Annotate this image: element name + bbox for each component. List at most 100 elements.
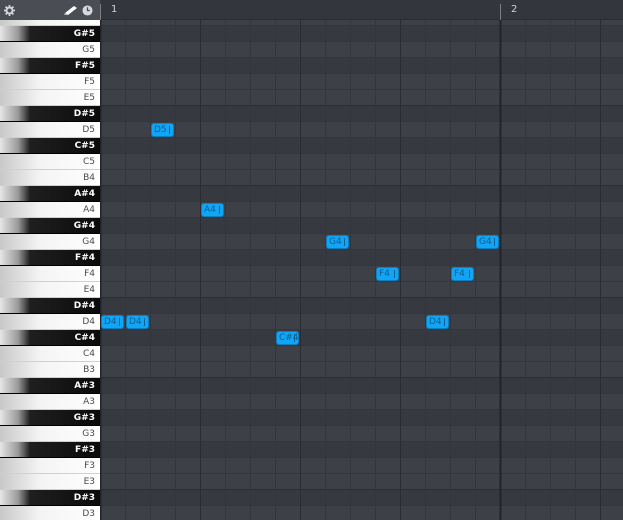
- note-label: D4: [129, 317, 142, 327]
- piano-key-d4[interactable]: D4: [0, 314, 100, 330]
- grid-row: [100, 170, 623, 186]
- piano-key-d-sharp3[interactable]: D#3: [0, 490, 100, 506]
- piano-key-a3[interactable]: A3: [0, 394, 100, 410]
- piano-key-g4[interactable]: G4: [0, 234, 100, 250]
- note-label: D4: [104, 317, 117, 327]
- bar-number-2: 2: [511, 4, 518, 15]
- timeline-ruler[interactable]: 1 2: [100, 0, 623, 20]
- note-resize-handle[interactable]: [394, 270, 395, 278]
- piano-key-g3[interactable]: G3: [0, 426, 100, 442]
- note-resize-handle[interactable]: [219, 206, 220, 214]
- note-grid[interactable]: D4 D4 D5 A4 C#4 G4 F4 D4 F4 G4: [100, 20, 623, 520]
- note-resize-handle[interactable]: [294, 334, 295, 342]
- piano-key-a4[interactable]: A4: [0, 202, 100, 218]
- note-label: D5: [154, 125, 167, 135]
- piano-key-g5[interactable]: G5: [0, 42, 100, 58]
- grid-lines: [100, 20, 623, 520]
- grid-row: [100, 154, 623, 170]
- grid-row: [100, 26, 623, 42]
- pencil-icon[interactable]: [63, 0, 79, 20]
- note-label: D4: [429, 317, 442, 327]
- grid-row: [100, 74, 623, 90]
- grid-row: [100, 410, 623, 426]
- note-label: G4: [329, 237, 342, 247]
- note-label: A4: [204, 205, 216, 215]
- note-resize-handle[interactable]: [144, 318, 145, 326]
- grid-row: [100, 346, 623, 362]
- note-label: F4: [379, 269, 390, 279]
- note-d4[interactable]: D4: [426, 315, 449, 329]
- piano-key-d5[interactable]: D5: [0, 122, 100, 138]
- piano-key-f3[interactable]: F3: [0, 458, 100, 474]
- piano-key-f-sharp4[interactable]: F#4: [0, 250, 100, 266]
- note-g4[interactable]: G4: [476, 235, 499, 249]
- piano-key-d-sharp5[interactable]: D#5: [0, 106, 100, 122]
- note-resize-handle[interactable]: [344, 238, 345, 246]
- piano-key-a-sharp4[interactable]: A#4: [0, 186, 100, 202]
- grid-row: [100, 282, 623, 298]
- note-c-sharp4[interactable]: C#4: [276, 331, 299, 345]
- note-resize-handle[interactable]: [119, 318, 120, 326]
- piano-key-e3[interactable]: E3: [0, 474, 100, 490]
- grid-row: [100, 474, 623, 490]
- piano-key-f5[interactable]: F5: [0, 74, 100, 90]
- piano-keyboard: A5G#5G5F#5F5E5D#5D5C#5C5B4A#4A4G#4G4F#4F…: [0, 20, 100, 520]
- grid-row: [100, 362, 623, 378]
- grid-row: [100, 442, 623, 458]
- grid-row: [100, 58, 623, 74]
- piano-key-f4[interactable]: F4: [0, 266, 100, 282]
- grid-row: [100, 426, 623, 442]
- grid-row: [100, 202, 623, 218]
- note-f4[interactable]: F4: [451, 267, 474, 281]
- bar-tick-2: [500, 4, 501, 20]
- note-f4[interactable]: F4: [376, 267, 399, 281]
- grid-row: [100, 330, 623, 346]
- grid-row: [100, 458, 623, 474]
- piano-key-a-sharp3[interactable]: A#3: [0, 378, 100, 394]
- grid-row: [100, 378, 623, 394]
- grid-row: [100, 266, 623, 282]
- piano-key-d3[interactable]: D3: [0, 506, 100, 520]
- piano-key-e4[interactable]: E4: [0, 282, 100, 298]
- piano-key-g-sharp5[interactable]: G#5: [0, 26, 100, 42]
- piano-key-d-sharp4[interactable]: D#4: [0, 298, 100, 314]
- grid-row: [100, 234, 623, 250]
- note-label: G4: [479, 237, 492, 247]
- piano-key-b3[interactable]: B3: [0, 362, 100, 378]
- note-d4[interactable]: D4: [126, 315, 149, 329]
- grid-row: [100, 138, 623, 154]
- piano-key-b4[interactable]: B4: [0, 170, 100, 186]
- grid-row: [100, 298, 623, 314]
- piano-key-c-sharp5[interactable]: C#5: [0, 138, 100, 154]
- grid-row: [100, 394, 623, 410]
- piano-key-f-sharp3[interactable]: F#3: [0, 442, 100, 458]
- grid-row: [100, 106, 623, 122]
- clock-icon[interactable]: [80, 0, 94, 20]
- note-resize-handle[interactable]: [444, 318, 445, 326]
- piano-key-f-sharp5[interactable]: F#5: [0, 58, 100, 74]
- piano-key-c-sharp4[interactable]: C#4: [0, 330, 100, 346]
- grid-row: [100, 90, 623, 106]
- note-resize-handle[interactable]: [469, 270, 470, 278]
- bar-number-1: 1: [111, 4, 118, 15]
- piano-key-c5[interactable]: C5: [0, 154, 100, 170]
- note-resize-handle[interactable]: [169, 126, 170, 134]
- note-label: C#4: [279, 333, 299, 343]
- note-d4[interactable]: D4: [101, 315, 124, 329]
- grid-row: [100, 42, 623, 58]
- piano-key-g-sharp4[interactable]: G#4: [0, 218, 100, 234]
- gear-icon[interactable]: [2, 0, 16, 20]
- note-d5[interactable]: D5: [151, 123, 174, 137]
- note-a4[interactable]: A4: [201, 203, 224, 217]
- piano-key-e5[interactable]: E5: [0, 90, 100, 106]
- grid-row: [100, 506, 623, 520]
- piano-key-g-sharp3[interactable]: G#3: [0, 410, 100, 426]
- grid-row: [100, 314, 623, 330]
- note-label: F4: [454, 269, 465, 279]
- note-g4[interactable]: G4: [326, 235, 349, 249]
- bar-tick-1: [100, 4, 101, 20]
- grid-row: [100, 122, 623, 138]
- piano-key-c4[interactable]: C4: [0, 346, 100, 362]
- grid-row: [100, 250, 623, 266]
- note-resize-handle[interactable]: [494, 238, 495, 246]
